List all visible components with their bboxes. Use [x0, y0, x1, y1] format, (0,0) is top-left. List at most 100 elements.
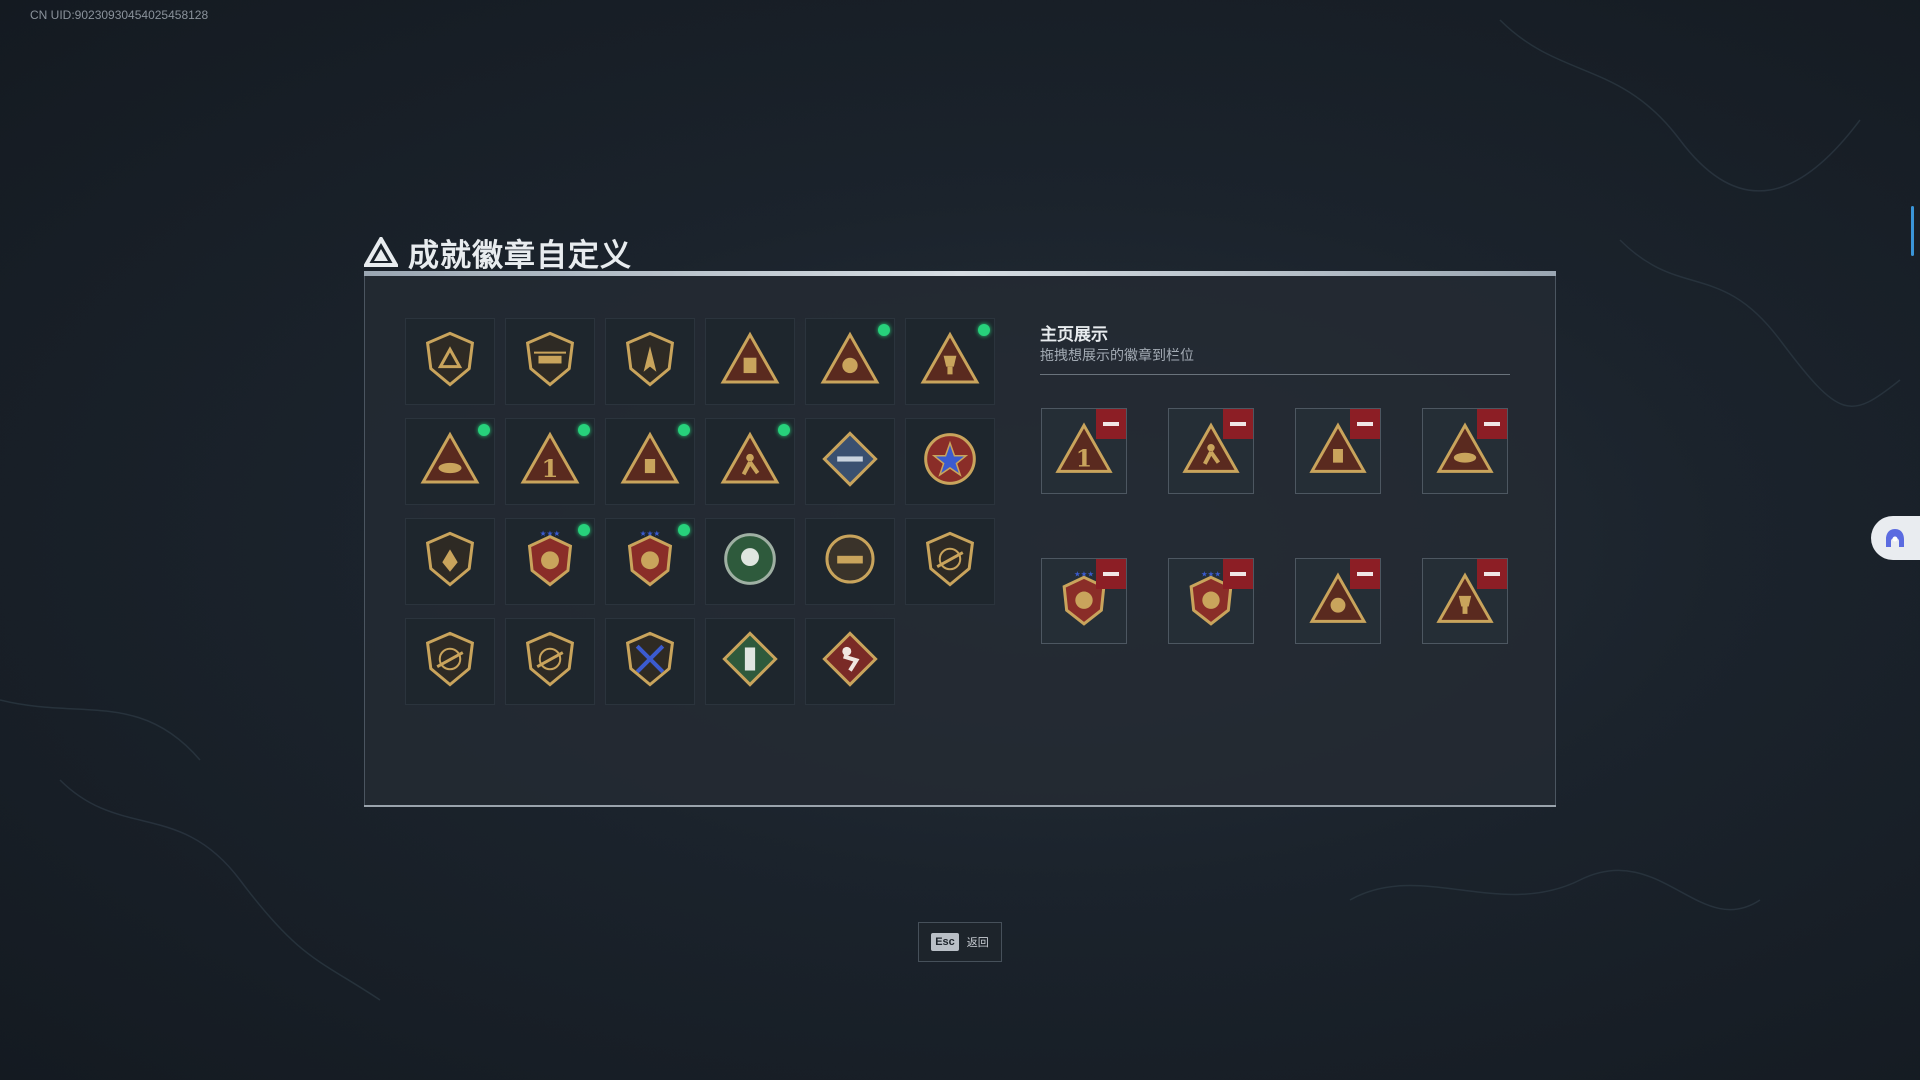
panel-bottom-line	[364, 805, 1556, 807]
diamond-rocket-badge-icon	[818, 427, 882, 496]
badge-cell[interactable]	[705, 618, 795, 705]
helicopter-shield-badge-icon	[518, 327, 582, 396]
badge-cell[interactable]	[705, 318, 795, 405]
badge-cell[interactable]: ★★★	[605, 518, 695, 605]
triangle-runner-badge-icon	[718, 427, 782, 496]
minus-icon	[1484, 572, 1500, 576]
rifle-shield-badge-a-icon	[918, 527, 982, 596]
minus-icon	[1357, 422, 1373, 426]
badge-customization-panel: 1 ★★★ ★★★ 主页展示 拖拽想展示的徽章到栏位 1 ★★★ ★★★	[364, 271, 1556, 807]
crest-stars-badge-a-icon: ★★★	[518, 527, 582, 596]
badge-cell[interactable]	[405, 518, 495, 605]
badge-cell[interactable]	[905, 518, 995, 605]
svg-text:★★★: ★★★	[640, 529, 661, 538]
showcase-slot[interactable]	[1422, 408, 1508, 494]
badge-cell[interactable]	[505, 318, 595, 405]
showcase-slot[interactable]	[1295, 558, 1381, 644]
badge-cell[interactable]	[505, 618, 595, 705]
svg-text:★★★: ★★★	[1201, 569, 1221, 578]
triangle-hands-badge-icon	[418, 427, 482, 496]
showcase-slot[interactable]: 1	[1041, 408, 1127, 494]
new-indicator-dot	[578, 424, 590, 436]
new-indicator-dot	[678, 524, 690, 536]
assistant-icon	[1886, 529, 1904, 547]
rifle-shield-badge-c-icon	[518, 627, 582, 696]
remove-badge-button[interactable]	[1096, 409, 1126, 439]
remove-badge-button[interactable]	[1350, 559, 1380, 589]
showcase-subtitle: 拖拽想展示的徽章到栏位	[1040, 348, 1194, 364]
new-indicator-dot	[578, 524, 590, 536]
scroll-indicator[interactable]	[1911, 206, 1914, 256]
remove-badge-button[interactable]	[1223, 559, 1253, 589]
triangle-bottle-badge-icon	[618, 427, 682, 496]
minus-icon	[1230, 572, 1246, 576]
minus-icon	[1357, 572, 1373, 576]
badge-grid: 1 ★★★ ★★★	[405, 318, 995, 705]
red-soldier-badge-icon	[818, 627, 882, 696]
back-label: 返回	[966, 936, 989, 949]
back-button[interactable]: Esc 返回	[918, 922, 1002, 962]
showcase-title: 主页展示	[1040, 325, 1108, 345]
minus-icon	[1103, 422, 1119, 426]
badge-cell[interactable]	[805, 418, 895, 505]
badge-cell[interactable]	[805, 618, 895, 705]
minus-icon	[1230, 422, 1246, 426]
green-grenade-badge-icon	[718, 627, 782, 696]
page-title: 成就徽章自定义	[408, 237, 632, 274]
showcase-slot[interactable]: ★★★	[1041, 558, 1127, 644]
remove-badge-button[interactable]	[1477, 559, 1507, 589]
showcase-slots: 1 ★★★ ★★★	[1041, 408, 1508, 644]
remove-badge-button[interactable]	[1096, 559, 1126, 589]
svg-text:1: 1	[542, 454, 559, 483]
badge-cell[interactable]	[605, 618, 695, 705]
new-indicator-dot	[978, 324, 990, 336]
badge-cell[interactable]	[405, 418, 495, 505]
tank-burst-badge-icon	[818, 527, 882, 596]
new-indicator-dot	[778, 424, 790, 436]
svg-text:★★★: ★★★	[540, 529, 561, 538]
page-header: 成就徽章自定义	[364, 232, 632, 274]
triangle-number-one-badge-icon: 1	[518, 427, 582, 496]
badge-cell[interactable]	[905, 418, 995, 505]
shield-triangle-badge-icon	[418, 327, 482, 396]
star-wreath-badge-icon	[918, 427, 982, 496]
triangle-trophy-badge-icon	[918, 327, 982, 396]
green-skull-badge-icon	[718, 527, 782, 596]
crossed-rifles-badge-icon	[618, 627, 682, 696]
badge-cell[interactable]	[405, 618, 495, 705]
badge-cell[interactable]: ★★★	[505, 518, 595, 605]
panel-top-bar	[364, 271, 1556, 276]
minus-icon	[1103, 572, 1119, 576]
triangle-backpack-badge-icon	[718, 327, 782, 396]
showcase-slot[interactable]	[1422, 558, 1508, 644]
shield-emblem-badge-icon	[418, 527, 482, 596]
minus-icon	[1484, 422, 1500, 426]
badge-cell[interactable]	[705, 418, 795, 505]
badge-cell[interactable]: 1	[505, 418, 595, 505]
aircraft-shield-badge-icon	[618, 327, 682, 396]
badge-cell[interactable]	[605, 418, 695, 505]
badge-cell[interactable]	[705, 518, 795, 605]
user-uid: CN UID:902309304540254581​28	[30, 8, 209, 22]
assistant-float-button[interactable]	[1871, 516, 1920, 560]
badge-cell[interactable]	[805, 518, 895, 605]
remove-badge-button[interactable]	[1350, 409, 1380, 439]
badge-cell[interactable]	[605, 318, 695, 405]
showcase-divider	[1040, 374, 1510, 375]
showcase-slot[interactable]: ★★★	[1168, 558, 1254, 644]
showcase-slot[interactable]	[1168, 408, 1254, 494]
badge-cell[interactable]	[405, 318, 495, 405]
svg-text:★★★: ★★★	[1074, 569, 1094, 578]
svg-text:1: 1	[1076, 444, 1092, 472]
esc-key-hint: Esc	[931, 933, 959, 951]
remove-badge-button[interactable]	[1223, 409, 1253, 439]
remove-badge-button[interactable]	[1477, 409, 1507, 439]
rifle-shield-badge-b-icon	[418, 627, 482, 696]
new-indicator-dot	[478, 424, 490, 436]
badge-cell[interactable]	[805, 318, 895, 405]
new-indicator-dot	[678, 424, 690, 436]
showcase-slot[interactable]	[1295, 408, 1381, 494]
new-indicator-dot	[878, 324, 890, 336]
triangle-medal-badge-icon	[818, 327, 882, 396]
badge-cell[interactable]	[905, 318, 995, 405]
